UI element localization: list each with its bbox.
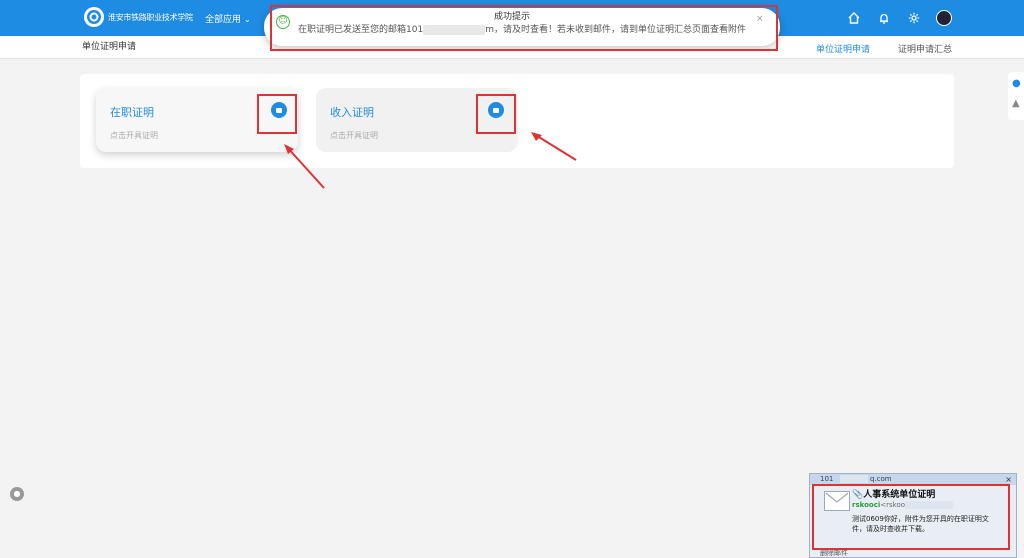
- chat-bubble-icon[interactable]: ●: [10, 487, 24, 501]
- side-toolbar: ● ▲: [1008, 72, 1024, 120]
- redacted-account-mask: [840, 475, 868, 483]
- toast-highlight-box: [270, 5, 778, 51]
- highlight-box-employment-button: [257, 94, 297, 134]
- annotation-arrow: [284, 144, 325, 189]
- tab-certificate-summary[interactable]: 证明申请汇总: [898, 42, 952, 55]
- card-title: 在职证明: [110, 106, 154, 119]
- mail-close-icon[interactable]: ×: [1005, 475, 1012, 484]
- highlight-box-income-button: [476, 94, 516, 134]
- card-title: 收入证明: [330, 106, 374, 119]
- card-subtitle: 点击开具证明: [330, 131, 378, 140]
- user-icon[interactable]: ●: [1012, 78, 1021, 89]
- card-subtitle: 点击开具证明: [110, 131, 158, 140]
- annotation-arrow: [531, 132, 577, 161]
- mail-header-domain: q.com: [870, 475, 892, 483]
- breadcrumb: 单位证明申请: [82, 42, 137, 52]
- tab-unit-certificate-apply[interactable]: 单位证明申请: [816, 42, 870, 55]
- org-tree-icon[interactable]: ▲: [1012, 98, 1020, 109]
- mail-highlight-box: [812, 484, 1010, 550]
- mail-header-account: 101: [820, 475, 834, 483]
